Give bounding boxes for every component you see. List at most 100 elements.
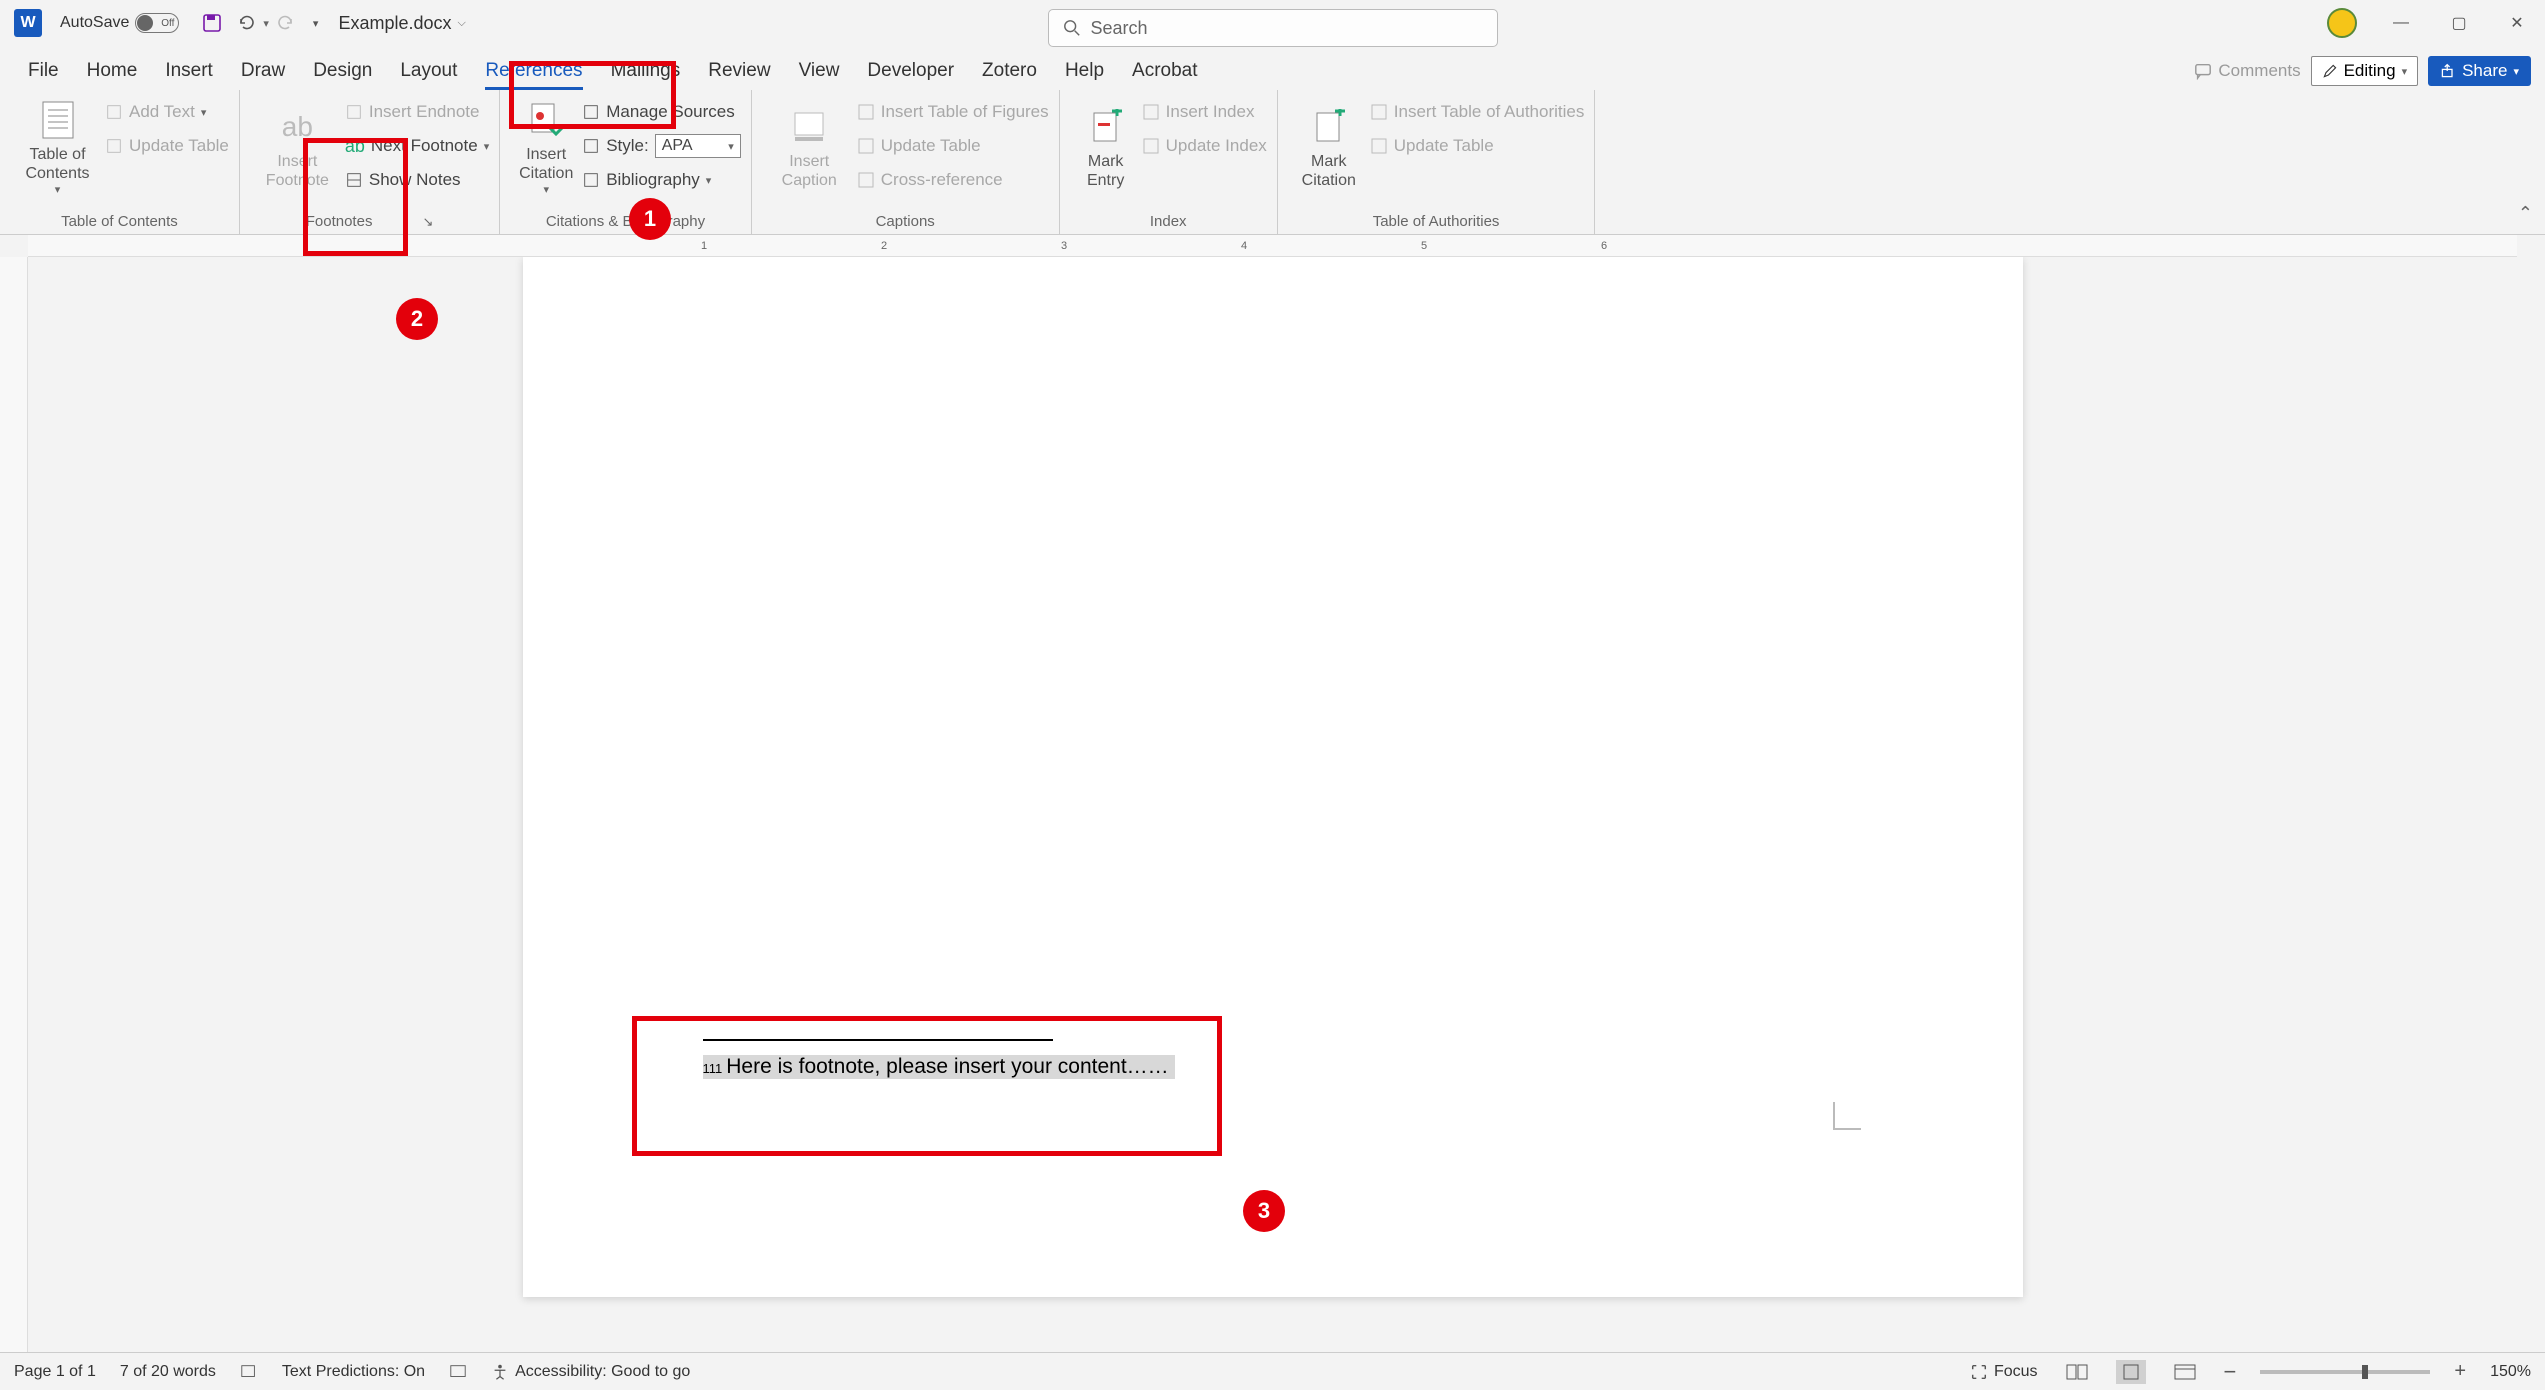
- spellcheck-icon[interactable]: [240, 1363, 258, 1381]
- mark-citation-button[interactable]: Mark Citation: [1288, 94, 1370, 202]
- update-authorities-button[interactable]: Update Table: [1370, 132, 1585, 160]
- comments-button[interactable]: Comments: [2194, 61, 2300, 81]
- close-button[interactable]: ✕: [2503, 9, 2531, 37]
- chevron-down-icon: ▾: [2402, 65, 2408, 78]
- read-mode-button[interactable]: [2062, 1360, 2092, 1384]
- update-captions-button[interactable]: Update Table: [857, 132, 1049, 160]
- bibliography-icon: [582, 171, 600, 189]
- tab-insert[interactable]: Insert: [151, 54, 227, 90]
- update-toc-button[interactable]: Update Table: [105, 132, 229, 160]
- tab-references[interactable]: References: [471, 54, 596, 90]
- document-name-dropdown-icon[interactable]: ⌵: [458, 17, 466, 30]
- ribbon-tabs: File Home Insert Draw Design Layout Refe…: [0, 46, 2545, 90]
- cross-reference-button[interactable]: Cross-reference: [857, 166, 1049, 194]
- print-layout-button[interactable]: [2116, 1360, 2146, 1384]
- zoom-in-button[interactable]: +: [2454, 1360, 2466, 1383]
- document-icon: [37, 99, 79, 141]
- comment-icon: [2194, 62, 2212, 80]
- undo-dropdown-icon[interactable]: ▾: [263, 17, 269, 30]
- show-notes-button[interactable]: Show Notes: [345, 166, 489, 194]
- zoom-out-button[interactable]: −: [2224, 1359, 2237, 1385]
- search-input[interactable]: Search: [1048, 9, 1498, 47]
- manage-sources-button[interactable]: Manage Sources: [582, 98, 741, 126]
- insert-endnote-button[interactable]: Insert Endnote: [345, 98, 489, 126]
- tab-mailings[interactable]: Mailings: [597, 54, 695, 90]
- undo-icon[interactable]: [235, 12, 257, 34]
- index-icon: [1142, 103, 1160, 121]
- ribbon: Table of Contents ▾ Add Text▾ Update Tab…: [0, 90, 2545, 235]
- citation-style-select[interactable]: Style: APA▾: [582, 132, 741, 160]
- insert-caption-button[interactable]: Insert Caption: [762, 94, 857, 202]
- insert-footnote-button[interactable]: ab Insert Footnote: [250, 94, 345, 202]
- document-viewport[interactable]: 111 Here is footnote, please insert your…: [28, 257, 2517, 1352]
- tab-acrobat[interactable]: Acrobat: [1118, 54, 1211, 90]
- update-icon: [1142, 137, 1160, 155]
- bibliography-button[interactable]: Bibliography▾: [582, 166, 741, 194]
- chevron-down-icon: ▾: [2513, 65, 2519, 78]
- tab-zotero[interactable]: Zotero: [968, 54, 1051, 90]
- word-count[interactable]: 7 of 20 words: [120, 1363, 216, 1381]
- tab-help[interactable]: Help: [1051, 54, 1118, 90]
- tab-file[interactable]: File: [14, 54, 73, 90]
- insert-table-of-authorities-button[interactable]: Insert Table of Authorities: [1370, 98, 1585, 126]
- tab-draw[interactable]: Draw: [227, 54, 299, 90]
- display-settings-icon[interactable]: [449, 1363, 467, 1381]
- document-page[interactable]: 111 Here is footnote, please insert your…: [523, 257, 2023, 1297]
- vertical-ruler[interactable]: [0, 257, 28, 1352]
- insert-table-of-figures-button[interactable]: Insert Table of Figures: [857, 98, 1049, 126]
- redo-icon[interactable]: [275, 12, 297, 34]
- dialog-launcher-icon[interactable]: ↘: [422, 214, 433, 230]
- qat-customize-icon[interactable]: ▾: [313, 17, 319, 30]
- group-citations: Insert Citation ▾ Manage Sources Style: …: [500, 90, 752, 234]
- horizontal-ruler[interactable]: 1 2 3 4 5 6: [28, 235, 2517, 257]
- next-footnote-button[interactable]: ab Next Footnote ▾: [345, 132, 489, 160]
- tab-layout[interactable]: Layout: [386, 54, 471, 90]
- accessibility-status[interactable]: Accessibility: Good to go: [491, 1363, 690, 1381]
- manage-sources-icon: [582, 103, 600, 121]
- tab-developer[interactable]: Developer: [853, 54, 968, 90]
- footnote-icon: ab: [276, 106, 318, 148]
- page-count[interactable]: Page 1 of 1: [14, 1363, 96, 1381]
- toa-icon: [1370, 103, 1388, 121]
- word-app-icon: W: [14, 9, 42, 37]
- update-index-button[interactable]: Update Index: [1142, 132, 1267, 160]
- tab-review[interactable]: Review: [694, 54, 784, 90]
- tab-view[interactable]: View: [785, 54, 854, 90]
- maximize-button[interactable]: ▢: [2445, 9, 2473, 37]
- zoom-level[interactable]: 150%: [2490, 1363, 2531, 1381]
- group-label: Footnotes: [306, 213, 373, 230]
- endnote-icon: [345, 103, 363, 121]
- chevron-down-icon: ▾: [543, 184, 549, 197]
- user-avatar[interactable]: [2327, 8, 2357, 38]
- save-icon[interactable]: [201, 12, 223, 34]
- mark-entry-icon: [1085, 106, 1127, 148]
- footnote-entry[interactable]: 111 Here is footnote, please insert your…: [703, 1055, 1175, 1079]
- tab-design[interactable]: Design: [299, 54, 386, 90]
- document-name[interactable]: Example.docx ⌵: [338, 13, 465, 34]
- add-text-icon: [105, 103, 123, 121]
- web-layout-button[interactable]: [2170, 1360, 2200, 1384]
- share-button[interactable]: Share ▾: [2428, 56, 2531, 86]
- style-icon: [582, 137, 600, 155]
- focus-mode-button[interactable]: Focus: [1970, 1363, 2038, 1381]
- group-captions: Insert Caption Insert Table of Figures U…: [752, 90, 1060, 234]
- tab-home[interactable]: Home: [73, 54, 152, 90]
- text-predictions[interactable]: Text Predictions: On: [282, 1363, 425, 1381]
- minimize-button[interactable]: —: [2387, 9, 2415, 37]
- accessibility-icon: [491, 1363, 509, 1381]
- autosave-toggle[interactable]: AutoSave Off: [60, 13, 179, 33]
- page-corner-mark: [1833, 1102, 1861, 1130]
- editing-mode-dropdown[interactable]: Editing ▾: [2311, 56, 2419, 86]
- group-label: Citations & Bibliography: [510, 211, 741, 234]
- share-icon: [2440, 63, 2456, 79]
- insert-citation-button[interactable]: Insert Citation ▾: [510, 94, 582, 202]
- insert-index-button[interactable]: Insert Index: [1142, 98, 1267, 126]
- focus-icon: [1970, 1363, 1988, 1381]
- chevron-down-icon: ▾: [55, 184, 61, 197]
- table-of-contents-button[interactable]: Table of Contents ▾: [10, 94, 105, 202]
- zoom-slider[interactable]: [2260, 1370, 2430, 1374]
- add-text-button[interactable]: Add Text▾: [105, 98, 229, 126]
- mark-entry-button[interactable]: Mark Entry: [1070, 94, 1142, 202]
- collapse-ribbon-icon[interactable]: ⌃: [2518, 203, 2533, 224]
- autosave-label: AutoSave: [60, 14, 129, 32]
